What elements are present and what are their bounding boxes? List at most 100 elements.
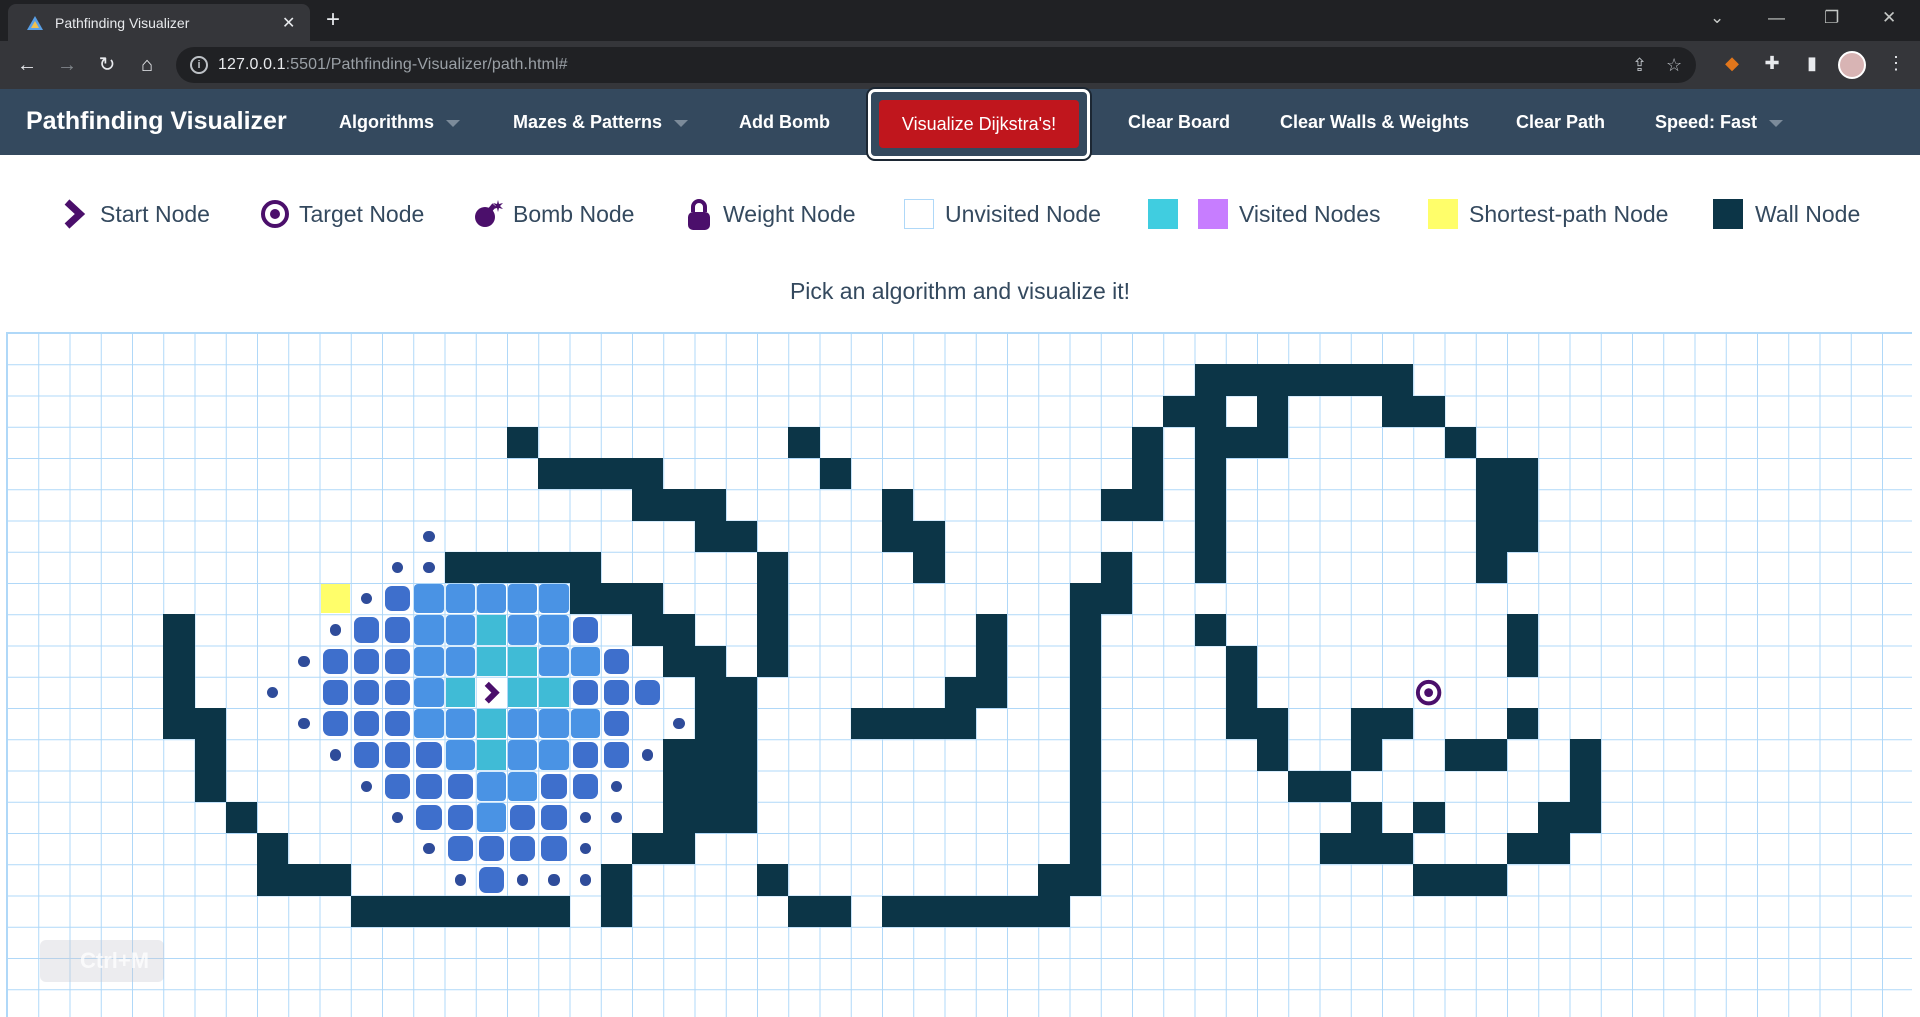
wall-node[interactable] <box>1100 583 1132 615</box>
wall-node[interactable] <box>1257 708 1289 771</box>
visited-node[interactable] <box>416 742 442 768</box>
visited-node[interactable] <box>539 646 569 676</box>
visited-node[interactable] <box>508 709 538 739</box>
wall-node[interactable] <box>694 520 757 552</box>
wall-node[interactable] <box>1413 864 1507 896</box>
wall-node[interactable] <box>538 458 664 490</box>
visited-node[interactable] <box>510 836 536 862</box>
visited-node[interactable] <box>570 646 600 676</box>
wall-node[interactable] <box>1225 645 1257 740</box>
visited-node[interactable] <box>445 584 475 614</box>
grid-board[interactable] <box>6 332 1912 1017</box>
home-icon[interactable]: ⌂ <box>132 50 162 80</box>
clear-walls-weights-button[interactable]: Clear Walls & Weights <box>1280 112 1469 133</box>
visited-node[interactable] <box>579 843 591 855</box>
visited-node[interactable] <box>385 617 411 643</box>
wall-node[interactable] <box>225 801 257 833</box>
visited-node[interactable] <box>539 709 569 739</box>
reload-icon[interactable]: ↻ <box>92 50 122 80</box>
wall-node[interactable] <box>163 614 195 740</box>
visited-node[interactable] <box>476 771 506 801</box>
visited-node[interactable] <box>508 646 538 676</box>
visited-node[interactable] <box>267 686 279 698</box>
wall-node[interactable] <box>194 708 226 802</box>
wall-node[interactable] <box>1069 583 1101 896</box>
wall-node[interactable] <box>663 645 726 677</box>
wall-node[interactable] <box>663 739 695 865</box>
visited-node[interactable] <box>476 646 506 676</box>
wall-node[interactable] <box>632 833 664 865</box>
visited-node[interactable] <box>414 646 444 676</box>
visited-node[interactable] <box>322 648 348 674</box>
wall-node[interactable] <box>1350 708 1382 771</box>
visualize-button[interactable]: Visualize Dijkstra's! <box>879 100 1079 148</box>
site-info-icon[interactable]: i <box>190 56 208 74</box>
visited-node[interactable] <box>445 646 475 676</box>
wall-node[interactable] <box>569 583 664 615</box>
visited-node[interactable] <box>423 530 435 542</box>
wall-node[interactable] <box>1507 458 1539 552</box>
wall-node[interactable] <box>788 426 820 458</box>
wall-node[interactable] <box>632 489 726 521</box>
visited-node[interactable] <box>445 740 475 770</box>
wall-node[interactable] <box>257 833 289 896</box>
wall-node[interactable] <box>1194 551 1226 583</box>
visited-node[interactable] <box>454 874 466 886</box>
visited-node[interactable] <box>541 804 567 830</box>
wall-node[interactable] <box>1444 739 1507 771</box>
visited-node[interactable] <box>322 679 348 705</box>
visited-node[interactable] <box>447 773 473 799</box>
visited-node[interactable] <box>414 584 444 614</box>
visited-node[interactable] <box>360 780 372 792</box>
visited-node[interactable] <box>603 648 629 674</box>
algorithms-dropdown[interactable]: Algorithms <box>339 112 461 133</box>
visited-node[interactable] <box>392 811 404 823</box>
visited-node[interactable] <box>510 804 536 830</box>
start-node-icon[interactable] <box>476 677 507 708</box>
shortest-path-node[interactable] <box>320 584 350 614</box>
wall-node[interactable] <box>850 708 945 740</box>
visited-node[interactable] <box>353 648 379 674</box>
wall-node[interactable] <box>1413 801 1445 833</box>
mazes-patterns-dropdown[interactable]: Mazes & Patterns <box>513 112 689 133</box>
visited-node[interactable] <box>570 709 600 739</box>
wall-node[interactable] <box>725 676 757 833</box>
wall-node[interactable] <box>1257 395 1289 458</box>
visited-node[interactable] <box>385 711 411 737</box>
wall-node[interactable] <box>1132 426 1164 521</box>
visited-node[interactable] <box>385 679 411 705</box>
visited-node[interactable] <box>322 711 348 737</box>
wall-node[interactable] <box>288 864 351 896</box>
browser-menu-icon[interactable]: ⋮ <box>1884 53 1908 77</box>
speed-dropdown[interactable]: Speed: Fast <box>1655 112 1784 133</box>
visited-node[interactable] <box>508 771 538 801</box>
wall-node[interactable] <box>913 520 945 583</box>
wall-node[interactable] <box>1288 770 1351 802</box>
visited-node[interactable] <box>392 561 404 573</box>
visited-node[interactable] <box>508 677 538 707</box>
visited-node[interactable] <box>642 749 654 761</box>
visited-node[interactable] <box>476 709 506 739</box>
wall-node[interactable] <box>1507 614 1539 677</box>
visited-node[interactable] <box>476 584 506 614</box>
visited-node[interactable] <box>416 773 442 799</box>
wall-node[interactable] <box>1382 395 1445 427</box>
wall-node[interactable] <box>819 458 851 490</box>
wall-node[interactable] <box>1569 739 1601 833</box>
wall-node[interactable] <box>350 895 570 927</box>
visited-node[interactable] <box>423 843 435 855</box>
clear-board-button[interactable]: Clear Board <box>1128 112 1230 133</box>
visited-node[interactable] <box>353 711 379 737</box>
tab-close-icon[interactable]: ✕ <box>282 13 295 33</box>
visited-node[interactable] <box>476 802 506 832</box>
wall-node[interactable] <box>757 864 789 896</box>
visited-node[interactable] <box>508 740 538 770</box>
visited-node[interactable] <box>298 718 310 730</box>
wall-node[interactable] <box>1194 364 1414 396</box>
brand-title[interactable]: Pathfinding Visualizer <box>26 107 287 136</box>
restore-icon[interactable]: ❐ <box>1824 8 1839 28</box>
visited-node[interactable] <box>572 742 598 768</box>
visited-node[interactable] <box>572 617 598 643</box>
visited-node[interactable] <box>414 709 444 739</box>
visited-node[interactable] <box>385 773 411 799</box>
